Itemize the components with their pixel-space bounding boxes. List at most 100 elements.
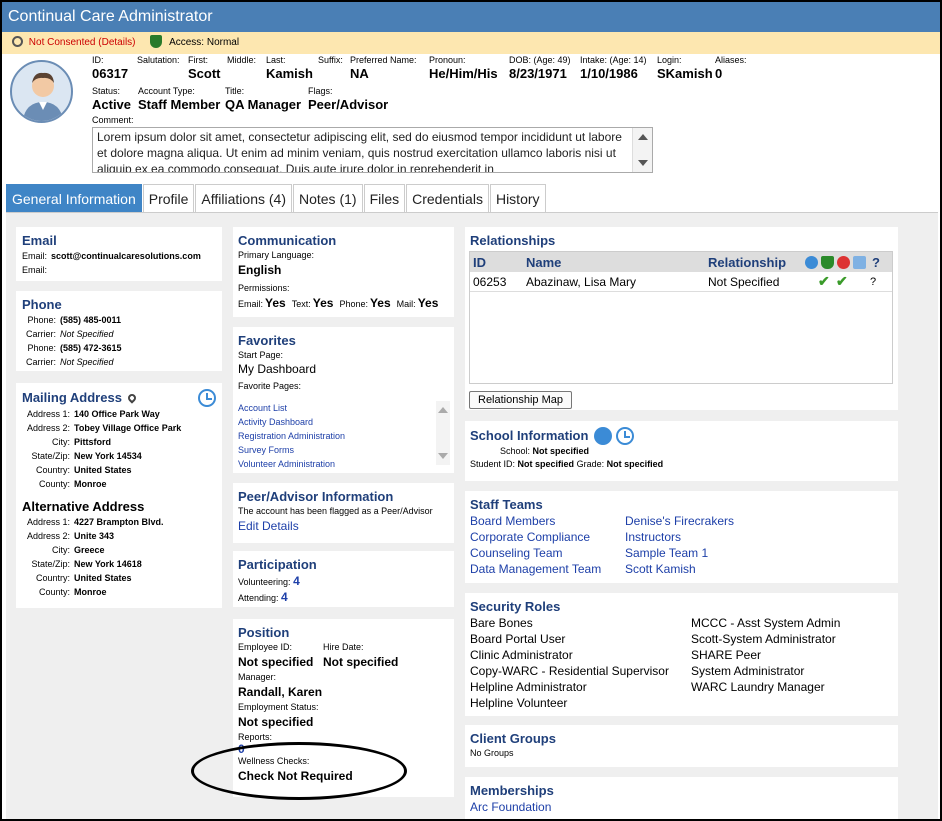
col-id[interactable]: ID xyxy=(470,255,526,270)
staff-team-link[interactable]: Sample Team 1 xyxy=(625,545,785,561)
info-value: Tobey Village Office Park xyxy=(74,423,182,433)
favorite-page-link[interactable]: Account List xyxy=(238,401,453,415)
header-field-value: Staff Member xyxy=(138,97,221,112)
header-field: Title: QA Manager xyxy=(225,86,301,113)
header-field-value: SKamish xyxy=(657,66,713,81)
document-icon[interactable] xyxy=(594,427,613,445)
hire-date-value: Not specified xyxy=(323,655,399,669)
clock-icon[interactable] xyxy=(198,389,216,407)
address-card: Mailing Address Address 1: 140 Office Par… xyxy=(16,383,222,608)
header-field-value: He/Him/His xyxy=(429,66,498,81)
tab-profile[interactable]: Profile xyxy=(142,184,195,212)
favorite-page-link[interactable]: Survey Forms xyxy=(238,443,453,457)
info-row: Country: United States xyxy=(22,571,216,585)
tab-notes[interactable]: Notes (1) xyxy=(292,184,363,212)
col-relationship[interactable]: Relationship xyxy=(708,255,802,270)
grade-label: Grade: xyxy=(576,459,605,469)
tab-affiliations[interactable]: Affiliations (4) xyxy=(195,184,292,212)
header-field-label: Title: xyxy=(225,86,245,96)
grade-value: Not specified xyxy=(606,459,664,469)
staff-team-link[interactable]: Instructors xyxy=(625,529,785,545)
communication-card: Communication Primary Language: English … xyxy=(233,227,454,317)
volunteering-count[interactable]: 4 xyxy=(293,574,300,588)
relationship-map-button[interactable]: Relationship Map xyxy=(469,391,572,409)
info-value: (585) 485-0011 xyxy=(60,315,122,325)
info-value: United States xyxy=(74,573,132,583)
favorite-page-link[interactable]: Activity Dashboard xyxy=(238,415,453,429)
info-label: Address 2: xyxy=(26,531,70,541)
help-icon[interactable]: ? xyxy=(870,276,876,288)
staff-team-link[interactable]: Data Management Team xyxy=(470,561,625,577)
header-field-label: Salutation: xyxy=(137,55,180,65)
check-icon: ✔ xyxy=(818,273,830,289)
tab-files[interactable]: Files xyxy=(363,184,406,212)
info-row: Phone: (585) 485-0011 xyxy=(22,313,216,327)
favorite-page-link[interactable]: Volunteer Administration xyxy=(238,457,453,471)
staff-team-link[interactable]: Board Members xyxy=(470,513,625,529)
favorites-card: Favorites Start Page: My Dashboard Favor… xyxy=(233,327,454,473)
app-title: Continual Care Administrator xyxy=(2,2,940,32)
info-row: City: Pittsford xyxy=(22,435,216,449)
header-field-value: NA xyxy=(350,66,369,81)
attending-count[interactable]: 4 xyxy=(281,590,288,604)
security-role: Helpline Administrator xyxy=(470,680,587,694)
security-roles-title: Security Roles xyxy=(470,599,561,614)
security-role: Bare Bones xyxy=(470,616,533,630)
info-row: Address 2: Unite 343 xyxy=(22,529,216,543)
header-field-value: Peer/Advisor xyxy=(308,97,389,112)
app-window: Continual Care Administrator Not Consent… xyxy=(0,0,942,821)
edit-details-link[interactable]: Edit Details xyxy=(238,518,449,534)
info-value: (585) 472-3615 xyxy=(60,343,122,353)
position-title: Position xyxy=(238,625,290,640)
info-value: scott@continualcaresolutions.com xyxy=(51,251,201,261)
header-field: DOB: (Age: 49) 8/23/1971 xyxy=(509,55,571,82)
staff-team-link[interactable]: Corporate Compliance xyxy=(470,529,625,545)
staff-team-link[interactable]: Scott Kamish xyxy=(625,561,785,577)
relationship-name[interactable]: Abazinaw, Lisa Mary xyxy=(526,275,708,289)
info-label: Country: xyxy=(35,465,70,475)
staff-team-link[interactable]: Counseling Team xyxy=(470,545,625,561)
header-field-label: Flags: xyxy=(308,86,333,96)
favorites-title: Favorites xyxy=(238,333,296,348)
info-label: Address 2: xyxy=(26,423,70,433)
security-role: Scott-System Administrator xyxy=(691,632,836,646)
header-field: Login: SKamish xyxy=(657,55,713,82)
staff-team-link[interactable]: Denise's Firecrakers xyxy=(625,513,785,529)
help-icon[interactable]: ? xyxy=(872,255,880,270)
info-value: 4227 Brampton Blvd. xyxy=(74,517,164,527)
header-field-value: Scott xyxy=(188,66,221,81)
peer-card: Peer/Advisor Information The account has… xyxy=(233,483,454,543)
tab-history[interactable]: History xyxy=(489,184,546,212)
school-title: School Information xyxy=(470,428,589,443)
favorite-page-link[interactable]: Registration Administration xyxy=(238,429,453,443)
comment-scrollbar[interactable] xyxy=(632,128,652,172)
map-pin-icon[interactable] xyxy=(126,392,138,404)
info-value: Pittsford xyxy=(74,437,111,447)
info-row: State/Zip: New York 14618 xyxy=(22,557,216,571)
tab-general-information[interactable]: General Information xyxy=(6,184,142,212)
permissions-label: Permissions: xyxy=(238,283,290,293)
header-field-label: Pronoun: xyxy=(429,55,466,65)
info-value: Monroe xyxy=(74,587,107,597)
school-card: School Information School: Not specified… xyxy=(465,421,898,481)
relationship-row[interactable]: 06253 Abazinaw, Lisa Mary Not Specified ✔ ✔? xyxy=(470,272,892,292)
comment-box[interactable]: Lorem ipsum dolor sit amet, consectetur … xyxy=(92,127,653,173)
info-row: Country: United States xyxy=(22,463,216,477)
membership-link[interactable]: Arc Foundation xyxy=(470,799,893,815)
favorites-scrollbar[interactable] xyxy=(436,401,450,465)
info-value: Greece xyxy=(74,545,105,555)
permission-label: Phone: xyxy=(339,299,368,309)
header-field: Suffix: xyxy=(318,55,343,66)
badge-icon xyxy=(805,255,818,269)
col-name[interactable]: Name xyxy=(526,255,708,270)
clock-icon[interactable] xyxy=(616,427,635,445)
manager-label: Manager: xyxy=(238,672,277,682)
tab-credentials[interactable]: Credentials xyxy=(406,184,489,212)
permission-label: Email: xyxy=(238,299,264,309)
consent-status-link[interactable]: Not Consented (Details) xyxy=(29,37,136,48)
permission-value: Yes xyxy=(312,296,334,310)
info-label: City: xyxy=(52,437,70,447)
volunteering-label: Volunteering: xyxy=(238,577,291,587)
employee-id-value: Not specified xyxy=(238,655,314,669)
header-field-value: 8/23/1971 xyxy=(509,66,567,81)
